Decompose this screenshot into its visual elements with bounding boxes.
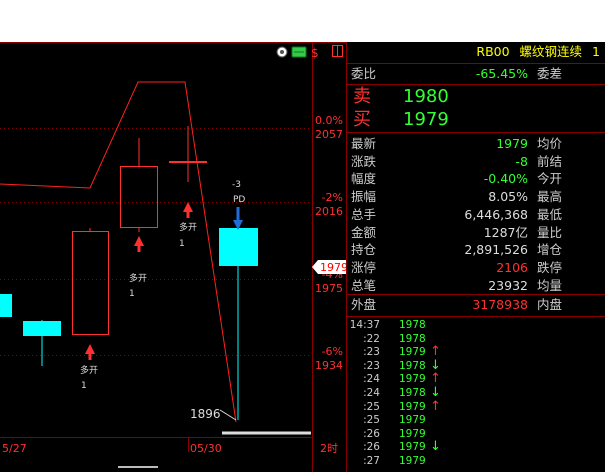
date-label: 05/30	[190, 442, 222, 455]
contract-header: RB00 螺纹钢连续 1	[347, 42, 605, 62]
candle-bullish[interactable]	[72, 228, 109, 335]
settings-icon[interactable]	[276, 46, 288, 58]
axis-pct-label: 0.0%	[315, 114, 343, 127]
tick-row: :23 1978 ↓	[347, 358, 605, 374]
tick-arrow: ↓	[430, 385, 441, 400]
tick-row: :22 1978	[347, 332, 605, 347]
outer-volume-row: 外盘 3178938 内盘	[351, 297, 563, 312]
tick-price: 1978	[399, 359, 426, 372]
average-line	[0, 81, 237, 423]
tick-arrow: ↑	[430, 398, 441, 414]
ask-price: 1980	[403, 86, 449, 107]
svg-text:1: 1	[81, 381, 87, 391]
tick-price: 1979	[399, 455, 426, 467]
tick-row: :26 1979	[347, 427, 605, 442]
quote-label: 总笔	[351, 277, 377, 293]
quote-panel: RB00 螺纹钢连续 1 委比 -65.45% 委差 卖 1980 买 1979…	[346, 42, 605, 472]
tick-time: :22	[363, 332, 380, 345]
signal-buy-open[interactable]: 多开 1	[179, 202, 197, 249]
tick-price: 1979	[399, 441, 426, 454]
tick-row: :24 1978 ↓	[347, 386, 605, 401]
tick-row: :23 1979 ↑	[347, 345, 605, 360]
tick-time: :23	[363, 346, 380, 359]
svg-text:PD: PD	[233, 195, 245, 205]
tick-time: :25	[363, 400, 380, 413]
kline-chart[interactable]: 1896 多开 1 多开 1 多开 1 -3 PD 0.0% 2057 -2% …	[0, 42, 346, 472]
low-price-label: 1896	[190, 407, 221, 421]
contract-index: 1	[592, 44, 600, 59]
bid-row: 买 1979	[347, 108, 605, 131]
candle-bullish[interactable]	[120, 138, 158, 232]
svg-text:多开: 多开	[129, 272, 147, 284]
date-label: 5/27	[2, 442, 27, 455]
tick-time: :24	[363, 373, 380, 386]
bid-price: 1979	[403, 109, 449, 130]
svg-text:1: 1	[179, 239, 185, 249]
tick-price: 1979	[399, 427, 426, 440]
tick-price: 1979	[399, 346, 426, 359]
tick-time: :25	[363, 414, 380, 427]
tick-time: :26	[363, 427, 380, 440]
tick-time: :24	[363, 387, 380, 399]
low-pointer	[219, 409, 237, 421]
contract-name: 螺纹钢连续	[519, 44, 583, 59]
svg-text:多开: 多开	[80, 364, 98, 376]
signal-pd[interactable]: -3 PD	[232, 180, 245, 230]
divider	[347, 316, 605, 317]
svg-text:-3: -3	[232, 180, 241, 190]
money-icon[interactable]	[291, 46, 307, 58]
svg-text:$: $	[311, 46, 319, 60]
bid-label: 买	[353, 109, 371, 130]
candle-doji[interactable]	[169, 126, 207, 182]
tick-price: 1979	[399, 414, 426, 427]
axis-price-label: 2016	[315, 205, 343, 218]
current-price-tag: 1979	[312, 260, 346, 274]
tick-row: 14:37 1978	[347, 318, 605, 333]
tick-time: :26	[363, 441, 380, 454]
period-label: 2时	[320, 442, 338, 455]
candle-bearish[interactable]	[219, 228, 258, 420]
panel-icon[interactable]	[332, 45, 343, 57]
axis-pct-label: -2%	[322, 191, 343, 204]
axis-pct-label: -6%	[322, 345, 343, 358]
tick-price: 1979	[399, 373, 426, 386]
quote-row: 总笔 23932 均量	[347, 276, 605, 296]
quote-value: 23932	[488, 277, 528, 293]
tick-price: 1979	[399, 400, 426, 413]
svg-text:1: 1	[129, 289, 135, 299]
tick-time: 14:37	[349, 319, 380, 331]
tick-row: :26 1979 ↓	[347, 440, 605, 455]
tick-row: :25 1979 ↑	[347, 398, 605, 415]
ask-row: 卖 1980	[347, 85, 605, 108]
top-bar	[0, 0, 605, 42]
axis-price-label: 1934	[315, 359, 343, 372]
tick-row: :25 1979	[347, 413, 605, 428]
signal-buy-open[interactable]: 多开 1	[129, 236, 147, 299]
contract-code: RB00	[476, 44, 510, 59]
currency-icon[interactable]: $	[311, 46, 319, 60]
axis-price-label: 2057	[315, 128, 343, 141]
tick-price: 1978	[399, 387, 426, 399]
divider	[347, 132, 605, 133]
tick-time: :27	[363, 455, 380, 467]
tick-row: :24 1979 ↑	[347, 372, 605, 387]
axis-price-label: 1975	[315, 282, 343, 295]
ask-label: 卖	[353, 86, 371, 107]
svg-text:多开: 多开	[179, 221, 197, 233]
signal-buy-open[interactable]: 多开 1	[80, 344, 98, 391]
tick-arrow: ↓	[430, 439, 441, 455]
weibi-row: 委比 -65.45% 委差	[351, 66, 563, 81]
candle-bearish[interactable]	[0, 294, 12, 317]
tick-price: 1978	[399, 319, 426, 331]
tick-price: 1978	[399, 332, 426, 345]
candle-bearish[interactable]	[23, 320, 61, 366]
tick-time: :23	[363, 359, 380, 372]
svg-text:1979: 1979	[320, 261, 346, 274]
tick-row: :27 1979	[347, 454, 605, 469]
quote-label-2: 均量	[537, 277, 563, 293]
